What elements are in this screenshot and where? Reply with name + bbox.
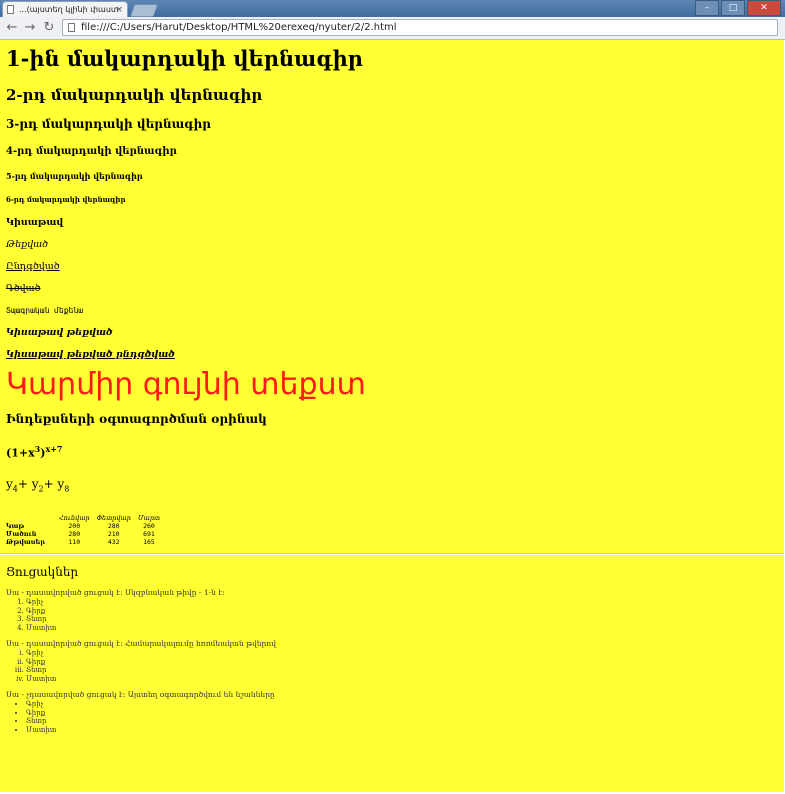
list-item: Գիրք bbox=[26, 709, 778, 718]
heading-level-3: 3-րդ մակարդակի վերնագիր bbox=[6, 117, 211, 131]
browser-tab[interactable]: ...(այստեղ կլինի փաստ × bbox=[2, 1, 128, 17]
table-cell: 691 bbox=[143, 530, 155, 539]
index-example-title: Ինդեքսների օգտագործման օրինակ bbox=[6, 412, 267, 426]
unordered-list-intro: Սա - չդասավորված ցուցակ է: Այստեղ օգտագո… bbox=[6, 690, 275, 700]
forward-arrow-icon[interactable]: → bbox=[22, 20, 38, 36]
heading-level-1: 1-ին մակարդակի վերնագիր bbox=[6, 46, 363, 71]
table-row-header: Մածուն bbox=[6, 530, 37, 539]
list-item: Մատիտ bbox=[26, 726, 778, 735]
horizontal-rule bbox=[0, 553, 784, 556]
formula-exponent-2: x+7 bbox=[45, 444, 63, 454]
roman-list-intro: Սա - դասավորված ցուցակ է: Համարակալումը … bbox=[6, 639, 276, 649]
lists-heading: Ցուցակներ bbox=[6, 565, 79, 580]
new-tab-button[interactable] bbox=[129, 4, 159, 17]
reload-icon[interactable]: ↻ bbox=[41, 20, 57, 36]
list-item: Գիրք bbox=[26, 658, 778, 667]
minimize-icon[interactable]: – bbox=[695, 0, 719, 16]
list-item: Տետր bbox=[26, 666, 778, 675]
list-item: Գիրք bbox=[26, 607, 778, 616]
page-icon bbox=[68, 23, 75, 32]
ordered-list-intro: Սա - դասավորված ցուցակ է: Սկզբնական թիվը… bbox=[6, 588, 225, 598]
close-window-icon[interactable]: ✕ bbox=[747, 0, 781, 16]
list-item: Գրիչ bbox=[26, 700, 778, 709]
table-row: Մածուն 280 210 691 bbox=[6, 530, 167, 538]
sub-var: y bbox=[6, 476, 13, 491]
table-cell: 210 bbox=[107, 530, 120, 539]
page-content: 1-ին մակարդակի վերնագիր 2-րդ մակարդակի վ… bbox=[0, 40, 784, 792]
monospace-text: Տպագրական մեքենա bbox=[6, 306, 84, 315]
heading-level-4: 4-րդ մակարդակի վերնագիր bbox=[6, 146, 177, 157]
subscript-formula: y4+ y2+ y8 bbox=[6, 473, 778, 500]
table-header-cell: Մարտ bbox=[137, 514, 161, 523]
table-cell: 280 bbox=[107, 522, 120, 531]
url-text: file:///C:/Users/Harut/Desktop/HTML%20er… bbox=[81, 22, 397, 33]
list-item: Գրիչ bbox=[26, 649, 778, 658]
sub-plus: + bbox=[43, 476, 58, 491]
table-cell: 280 bbox=[68, 530, 81, 539]
heading-level-5: 5-րդ մակարդակի վերնագիր bbox=[6, 171, 143, 181]
italic-text: Թեքված bbox=[6, 239, 49, 250]
table-cell: 432 bbox=[107, 538, 120, 547]
tab-title: ...(այստեղ կլինի փաստ bbox=[19, 5, 119, 14]
list-item: Տետր bbox=[26, 615, 778, 624]
sub-index: 8 bbox=[64, 484, 70, 494]
superscript-formula: (1+x3)x+7 bbox=[6, 438, 778, 465]
data-table: Հունվար Փետրվար Մարտ Կաթ 200 280 260 Մած… bbox=[6, 514, 167, 546]
bold-italic-text: Կիսաթավ թեքված bbox=[6, 327, 113, 338]
address-bar[interactable]: file:///C:/Users/Harut/Desktop/HTML%20er… bbox=[62, 19, 778, 36]
table-row-header: Թթվասեր bbox=[6, 538, 45, 547]
bold-italic-underlined-text: Կիսաթավ թեքված ընդգծված bbox=[6, 349, 175, 360]
tab-strip: ...(այստեղ կլինի փաստ × – □ ✕ bbox=[0, 0, 785, 17]
close-tab-icon[interactable]: × bbox=[115, 2, 123, 17]
table-header-cell bbox=[6, 514, 59, 522]
table-row-header: Կաթ bbox=[6, 522, 25, 531]
table-header-cell: Հունվար bbox=[58, 514, 90, 523]
roman-ordered-list: Գրիչ Գիրք Տետր Մատիտ bbox=[6, 649, 778, 683]
list-item: Տետր bbox=[26, 717, 778, 726]
list-item: Մատիտ bbox=[26, 624, 778, 633]
back-arrow-icon[interactable]: ← bbox=[4, 20, 20, 36]
window-controls: – □ ✕ bbox=[695, 0, 781, 16]
table-header-cell: Փետրվար bbox=[96, 514, 131, 523]
maximize-icon[interactable]: □ bbox=[721, 0, 745, 16]
list-item: Գրիչ bbox=[26, 598, 778, 607]
table-cell: 165 bbox=[143, 538, 155, 547]
heading-level-6: 6-րդ մակարդակի վերնագիր bbox=[6, 195, 126, 204]
ordered-list: Գրիչ Գիրք Տետր Մատիտ bbox=[6, 598, 778, 632]
table-cell: 260 bbox=[143, 522, 155, 531]
sub-plus: + bbox=[17, 476, 32, 491]
unordered-list: Գրիչ Գիրք Տետր Մատիտ bbox=[6, 700, 778, 734]
table-row: Կաթ 200 280 260 bbox=[6, 522, 167, 530]
table-header-row: Հունվար Փետրվար Մարտ bbox=[6, 514, 167, 522]
bold-text: Կիսաթավ bbox=[6, 217, 64, 228]
sub-var: y bbox=[31, 476, 39, 491]
table-row: Թթվասեր 110 432 165 bbox=[6, 538, 167, 546]
page-favicon-icon bbox=[7, 5, 14, 14]
strikethrough-text: Գծված bbox=[6, 283, 41, 294]
table-cell: 110 bbox=[68, 538, 81, 547]
formula-base: (1+x bbox=[6, 446, 35, 460]
list-item: Մատիտ bbox=[26, 675, 778, 684]
red-text: Կարմիր գույնի տեքստ bbox=[6, 367, 366, 402]
heading-level-2: 2-րդ մակարդակի վերնագիր bbox=[6, 86, 263, 104]
browser-toolbar: ← → ↻ file:///C:/Users/Harut/Desktop/HTM… bbox=[0, 17, 785, 40]
underlined-text: Ընդգծված bbox=[6, 261, 60, 272]
table-cell: 200 bbox=[68, 522, 81, 531]
